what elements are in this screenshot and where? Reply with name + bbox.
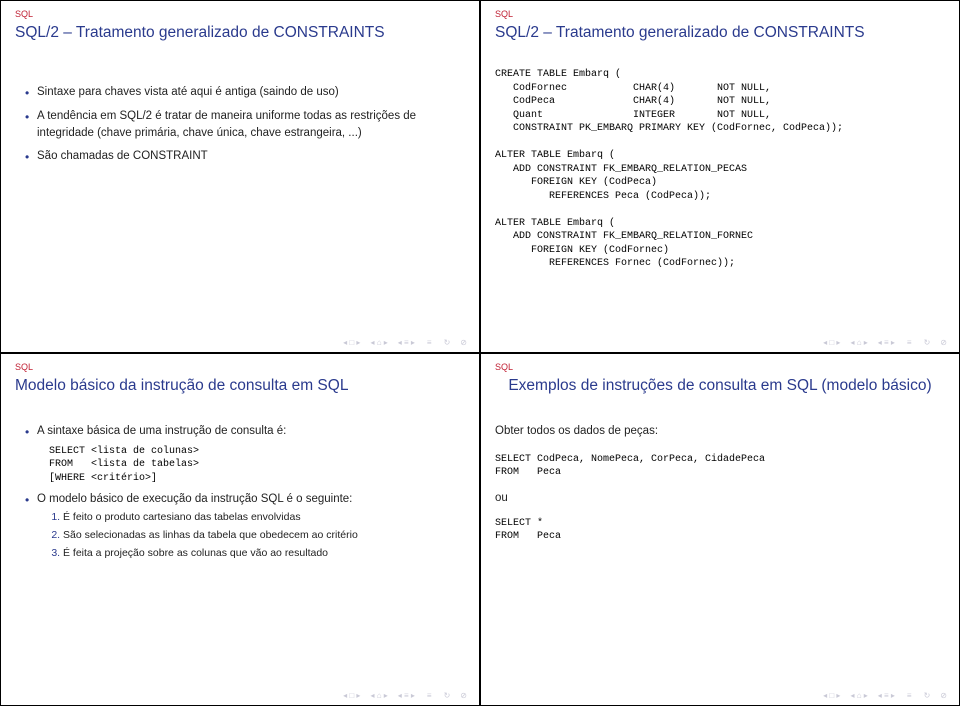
nav-close-icon: ⊘ (460, 691, 467, 700)
slide-nav-footer: ◂ □ ▸ ◂ ⌂ ▸ ◂ ≡ ▸ ≡ ↻ ⊘ (823, 691, 947, 700)
nav-prev-icon: ◂ □ ▸ (823, 338, 840, 347)
step-item: São selecionadas as linhas da tabela que… (63, 528, 465, 544)
nav-refresh-icon: ↻ (924, 338, 931, 347)
bullet-text: O modelo básico de execução da instrução… (37, 493, 352, 505)
nav-outline-icon: ≡ (905, 338, 914, 347)
ordered-steps: É feito o produto cartesiano das tabelas… (37, 510, 465, 561)
nav-close-icon: ⊘ (460, 338, 467, 347)
slide-title: Exemplos de instruções de consulta em SQ… (495, 376, 945, 395)
slide-basic-model: SQL Modelo básico da instrução de consul… (0, 353, 480, 706)
code-block-constraints: CREATE TABLE Embarq ( CodFornec CHAR(4) … (495, 68, 945, 271)
step-item: É feita a projeção sobre as colunas que … (63, 546, 465, 562)
nav-close-icon: ⊘ (940, 338, 947, 347)
slide-nav-footer: ◂ □ ▸ ◂ ⌂ ▸ ◂ ≡ ▸ ≡ ↻ ⊘ (823, 338, 947, 347)
nav-refresh-icon: ↻ (444, 691, 451, 700)
nav-close-icon: ⊘ (940, 691, 947, 700)
nav-refresh-icon: ↻ (444, 338, 451, 347)
slide-constraints-code: SQL SQL/2 – Tratamento generalizado de C… (480, 0, 960, 353)
slide-constraints-intro: SQL SQL/2 – Tratamento generalizado de C… (0, 0, 480, 353)
nav-home-icon: ◂ ⌂ ▸ (370, 691, 387, 700)
nav-prev-icon: ◂ □ ▸ (823, 691, 840, 700)
bullet-list: A sintaxe básica de uma instrução de con… (15, 423, 465, 561)
code-block-select-pecas: SELECT CodPeca, NomePeca, CorPeca, Cidad… (495, 453, 945, 480)
nav-outline-icon: ≡ (425, 338, 434, 347)
nav-home-icon: ◂ ⌂ ▸ (850, 338, 867, 347)
slide-header-label: SQL (495, 362, 945, 372)
code-block-select-syntax: SELECT <lista de colunas> FROM <lista de… (37, 445, 465, 486)
nav-next-icon: ◂ ≡ ▸ (878, 691, 895, 700)
slide-title: SQL/2 – Tratamento generalizado de CONST… (15, 23, 465, 42)
slide-nav-footer: ◂ □ ▸ ◂ ⌂ ▸ ◂ ≡ ▸ ≡ ↻ ⊘ (343, 691, 467, 700)
nav-prev-icon: ◂ □ ▸ (343, 691, 360, 700)
or-text: ou (495, 490, 945, 507)
slide-header-label: SQL (15, 362, 465, 372)
code-block-select-star: SELECT * FROM Peca (495, 517, 945, 544)
bullet-item: Sintaxe para chaves vista até aqui é ant… (25, 84, 465, 101)
slide-header-label: SQL (495, 9, 945, 19)
nav-outline-icon: ≡ (425, 691, 434, 700)
intro-text: Obter todos os dados de peças: (495, 423, 945, 440)
step-item: É feito o produto cartesiano das tabelas… (63, 510, 465, 526)
bullet-item: O modelo básico de execução da instrução… (25, 491, 465, 562)
nav-outline-icon: ≡ (905, 691, 914, 700)
slide-nav-footer: ◂ □ ▸ ◂ ⌂ ▸ ◂ ≡ ▸ ≡ ↻ ⊘ (343, 338, 467, 347)
bullet-text: A sintaxe básica de uma instrução de con… (37, 425, 286, 437)
bullet-item: São chamadas de CONSTRAINT (25, 148, 465, 165)
bullet-item: A tendência em SQL/2 é tratar de maneira… (25, 108, 465, 143)
slide-examples: SQL Exemplos de instruções de consulta e… (480, 353, 960, 706)
nav-refresh-icon: ↻ (924, 691, 931, 700)
nav-next-icon: ◂ ≡ ▸ (398, 338, 415, 347)
slide-title: SQL/2 – Tratamento generalizado de CONST… (495, 23, 945, 42)
nav-prev-icon: ◂ □ ▸ (343, 338, 360, 347)
slide-header-label: SQL (15, 9, 465, 19)
nav-next-icon: ◂ ≡ ▸ (398, 691, 415, 700)
nav-home-icon: ◂ ⌂ ▸ (850, 691, 867, 700)
nav-next-icon: ◂ ≡ ▸ (878, 338, 895, 347)
bullet-item: A sintaxe básica de uma instrução de con… (25, 423, 465, 485)
nav-home-icon: ◂ ⌂ ▸ (370, 338, 387, 347)
bullet-list: Sintaxe para chaves vista até aqui é ant… (15, 84, 465, 165)
slide-title: Modelo básico da instrução de consulta e… (15, 376, 465, 395)
